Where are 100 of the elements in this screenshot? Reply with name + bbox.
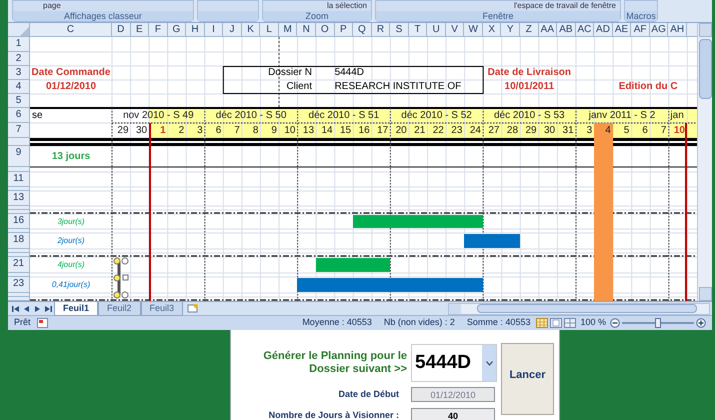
dropdown-caret-icon[interactable] <box>486 360 492 366</box>
zoom-in-icon[interactable] <box>696 318 706 328</box>
column-header[interactable]: AG <box>650 23 668 37</box>
ribbon-command[interactable]: l'espace de travail de fenêtre <box>514 1 616 10</box>
sheet-tab[interactable]: Feuil1 <box>54 302 98 316</box>
column-header[interactable]: R <box>372 23 390 37</box>
vertical-scrollbar[interactable] <box>697 23 712 301</box>
column-header[interactable]: AE <box>612 23 632 37</box>
zoom-value: 100 % <box>580 316 607 330</box>
day-number: 5 <box>622 124 630 138</box>
row-header[interactable] <box>8 210 30 214</box>
column-header[interactable]: O <box>316 23 335 37</box>
row-header[interactable]: 23 <box>8 277 30 293</box>
normal-view-icon[interactable] <box>536 318 548 328</box>
column-header[interactable]: P <box>334 23 354 37</box>
row-header[interactable] <box>8 229 30 233</box>
insert-sheet-icon[interactable] <box>187 304 200 313</box>
row-header[interactable] <box>8 273 30 277</box>
column-header[interactable]: AF <box>631 23 650 37</box>
column-header[interactable]: Z <box>520 23 539 37</box>
column-header[interactable]: S <box>390 23 409 37</box>
column-header[interactable]: AH <box>668 23 687 37</box>
column-header[interactable]: V <box>446 23 464 37</box>
start-date-field[interactable]: 01/12/2010 <box>411 387 495 402</box>
column-header[interactable]: N <box>297 23 316 37</box>
row-header[interactable]: 2 <box>8 52 30 66</box>
column-header[interactable]: J <box>223 23 242 37</box>
column-header[interactable]: T <box>408 23 428 37</box>
ribbon-command[interactable]: page <box>43 1 61 10</box>
column-header[interactable]: W <box>464 23 483 37</box>
sheet-tab[interactable]: Feuil2 <box>98 302 141 316</box>
day-number: 3 <box>586 124 594 138</box>
row-header[interactable] <box>8 293 30 297</box>
column-header[interactable]: AA <box>538 23 558 37</box>
row-header[interactable]: 9 <box>8 146 30 167</box>
day-number: 21 <box>413 124 426 138</box>
row-header[interactable]: 11 <box>8 172 30 187</box>
week-label: déc 2010 - S 51 <box>308 109 380 123</box>
week-label: nov 2010 - S 49 <box>122 109 195 123</box>
row-header[interactable]: 16 <box>8 214 30 229</box>
selected-shape-drawing[interactable] <box>113 257 130 299</box>
client-label: Client <box>285 80 314 94</box>
column-header[interactable]: G <box>168 23 186 37</box>
column-header[interactable] <box>686 23 697 37</box>
macro-record-icon[interactable] <box>36 318 48 328</box>
row-header[interactable]: 5 <box>8 94 30 108</box>
column-header[interactable]: E <box>130 23 150 37</box>
row-header[interactable] <box>8 167 30 172</box>
column-header[interactable]: Q <box>353 23 372 37</box>
column-header[interactable]: K <box>242 23 260 37</box>
column-header[interactable]: AD <box>594 23 613 37</box>
column-header[interactable]: L <box>260 23 279 37</box>
zoom-out-icon[interactable] <box>610 318 620 328</box>
day-number: 27 <box>487 124 500 138</box>
column-header[interactable]: AC <box>576 23 594 37</box>
column-header[interactable]: D <box>112 23 131 37</box>
row-header[interactable] <box>8 253 30 257</box>
row-header[interactable]: 7 <box>8 123 30 138</box>
row-header[interactable]: 3 <box>8 66 30 80</box>
dossier-combobox[interactable]: 5444D <box>411 344 497 382</box>
row-header[interactable]: 4 <box>8 80 30 94</box>
status-text: Prêt <box>13 316 32 330</box>
week-label: janv 2011 - S 2 <box>588 109 656 123</box>
zoom-slider[interactable] <box>622 318 694 328</box>
row-header[interactable] <box>8 249 30 253</box>
column-header[interactable]: H <box>186 23 205 37</box>
column-header[interactable]: AB <box>557 23 576 37</box>
row-header[interactable]: 1 <box>8 37 30 52</box>
column-header[interactable]: Y <box>501 23 520 37</box>
day-number: 16 <box>358 124 371 138</box>
horizontal-scrollbar[interactable] <box>448 302 710 314</box>
row-header[interactable]: 6 <box>8 108 30 123</box>
launch-button[interactable]: Lancer <box>501 343 554 415</box>
row-header[interactable]: 18 <box>8 233 30 249</box>
ribbon-command[interactable]: la sélection <box>326 1 367 10</box>
column-header[interactable]: M <box>278 23 298 37</box>
page-layout-icon[interactable] <box>550 318 562 328</box>
week-label: jan <box>669 109 685 123</box>
sheet-tab[interactable]: Feuil3 <box>140 302 184 316</box>
week-label: déc 2010 - S 52 <box>400 109 473 123</box>
column-header[interactable]: U <box>427 23 446 37</box>
row-header[interactable] <box>8 138 30 146</box>
week-label: déc 2010 - S 50 <box>214 109 288 123</box>
page-break-preview-icon[interactable] <box>564 318 576 328</box>
dossier-label: Dossier N <box>267 66 314 80</box>
column-header[interactable]: F <box>149 23 168 37</box>
row-header[interactable] <box>8 187 30 191</box>
day-number: 9 <box>270 124 278 138</box>
day-number: 14 <box>320 124 334 138</box>
row-header[interactable]: 13 <box>8 191 30 206</box>
row-header[interactable] <box>8 206 30 210</box>
sheet-navigation-arrows-icon[interactable] <box>12 304 52 312</box>
slider-thumb[interactable] <box>655 318 661 328</box>
column-header[interactable]: I <box>204 23 224 37</box>
column-header[interactable]: X <box>482 23 502 37</box>
column-header[interactable]: C <box>30 23 112 37</box>
row-header[interactable]: 21 <box>8 257 30 273</box>
week-label: déc 2010 - S 53 <box>493 109 566 123</box>
day-number: 30 <box>134 124 148 138</box>
days-count-field[interactable]: 40 <box>411 408 495 420</box>
